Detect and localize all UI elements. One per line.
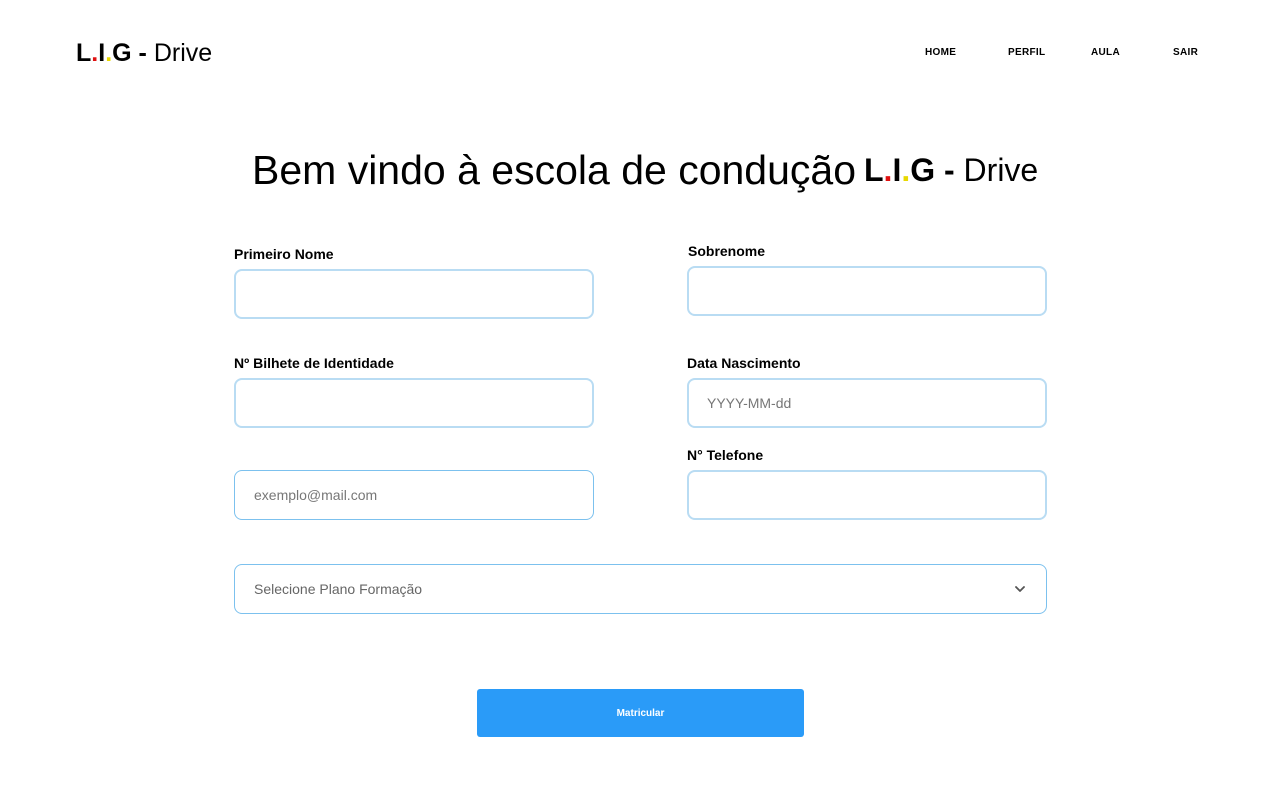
title-logo-letter-i: I xyxy=(892,152,902,188)
logo-dash: - xyxy=(131,39,154,67)
chevron-down-icon xyxy=(1015,586,1025,592)
site-logo[interactable]: L.I.G - Drive xyxy=(76,38,212,68)
last-name-field[interactable] xyxy=(687,266,1047,316)
nav-sair[interactable]: SAIR xyxy=(1173,47,1198,58)
title-logo-letter-g: G xyxy=(910,152,936,188)
logo-letter-g: G xyxy=(112,39,132,67)
plan-select-value: Selecione Plano Formação xyxy=(254,581,423,597)
id-card-field[interactable] xyxy=(234,378,594,428)
title-logo-letter-l: L xyxy=(864,152,884,188)
nav-perfil[interactable]: PERFIL xyxy=(1008,47,1045,58)
plan-select[interactable]: Selecione Plano Formação xyxy=(234,564,1047,614)
email-field[interactable] xyxy=(234,470,594,520)
phone-field[interactable] xyxy=(687,470,1047,520)
id-card-label: Nº Bilhete de Identidade xyxy=(234,355,394,371)
nav-home[interactable]: HOME xyxy=(925,47,956,58)
last-name-label: Sobrenome xyxy=(688,243,766,259)
title-logo-dash: - xyxy=(935,152,964,188)
birth-date-field[interactable] xyxy=(687,378,1047,428)
title-logo: L.I.G - Drive xyxy=(864,152,1038,188)
phone-label: N° Telefone xyxy=(687,447,764,463)
enroll-button[interactable]: Matricular xyxy=(477,689,804,737)
title-logo-drive: Drive xyxy=(963,152,1039,188)
logo-letter-l: L xyxy=(76,39,92,67)
first-name-label: Primeiro Nome xyxy=(234,246,334,262)
first-name-field[interactable] xyxy=(234,269,594,319)
title-logo-dot-yellow: . xyxy=(901,152,911,188)
logo-drive: Drive xyxy=(153,39,213,67)
page-title: Bem vindo à escola de condução xyxy=(252,147,857,193)
birth-date-label: Data Nascimento xyxy=(687,355,801,371)
nav-aula[interactable]: AULA xyxy=(1091,47,1120,58)
